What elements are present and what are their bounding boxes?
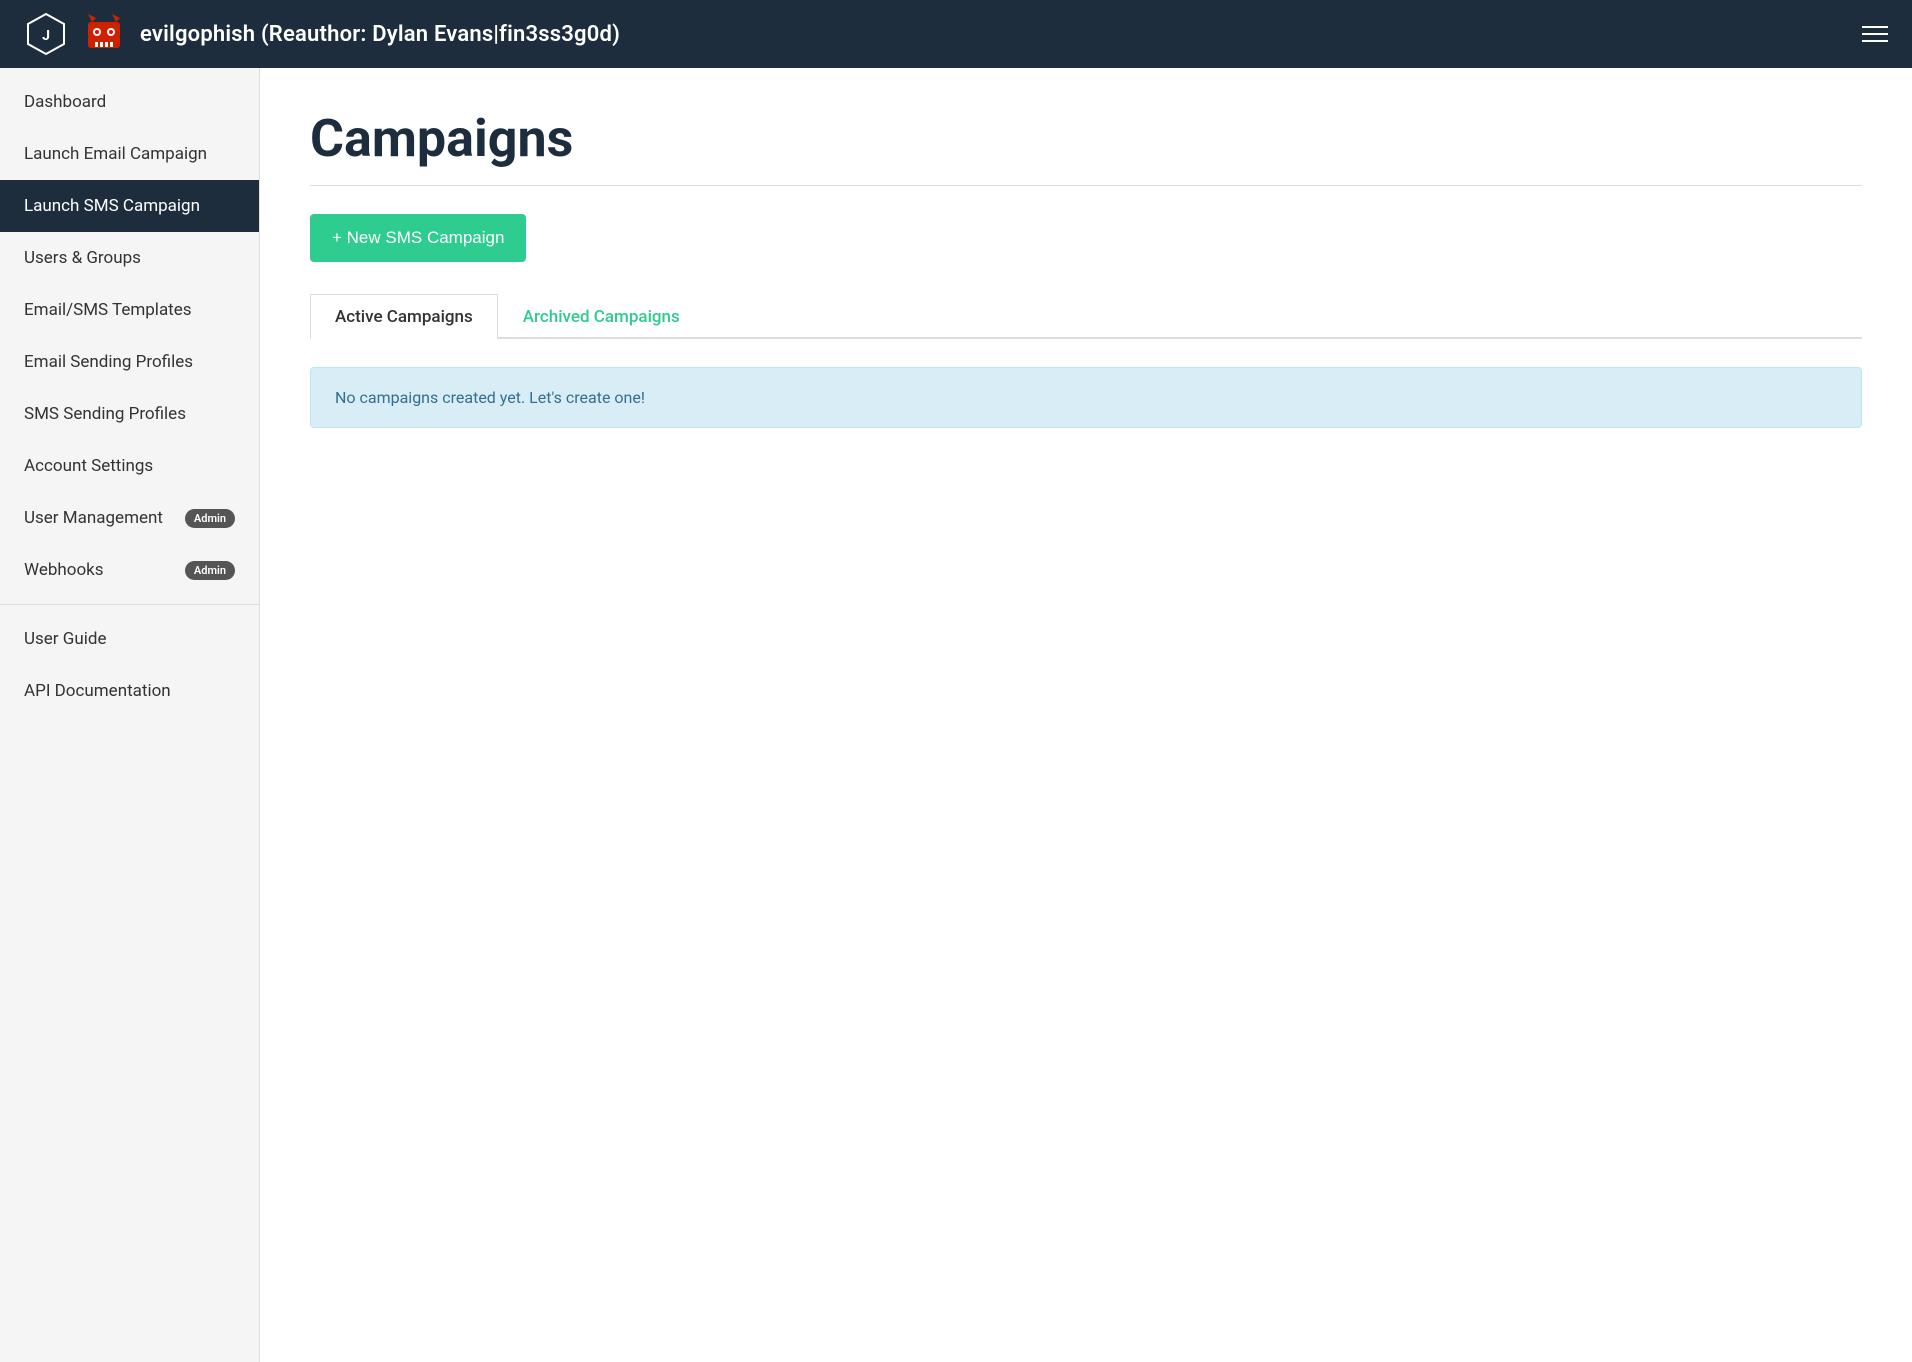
sidebar-item-launch-email-campaign[interactable]: Launch Email Campaign — [0, 128, 259, 180]
sidebar-divider — [0, 604, 259, 605]
sidebar-item-user-management[interactable]: User Management Admin — [0, 492, 259, 544]
sidebar-item-dashboard[interactable]: Dashboard — [0, 76, 259, 128]
sidebar-item-label-email-sms-templates: Email/SMS Templates — [24, 300, 192, 320]
sidebar-item-sms-sending-profiles[interactable]: SMS Sending Profiles — [0, 388, 259, 440]
layout: Dashboard Launch Email Campaign Launch SMS… — [0, 68, 1912, 1362]
sidebar-item-launch-sms-campaign[interactable]: Launch SMS Campaign — [0, 180, 259, 232]
sidebar-item-label-account-settings: Account Settings — [24, 456, 153, 476]
sidebar-item-label-user-management: User Management — [24, 508, 163, 528]
sidebar-item-label-users-groups: Users & Groups — [24, 248, 141, 268]
sidebar-badge-webhooks: Admin — [185, 561, 235, 580]
sidebar-item-label-email-sending-profiles: Email Sending Profiles — [24, 352, 193, 372]
sidebar-item-label-dashboard: Dashboard — [24, 92, 106, 112]
mascot-icon — [82, 12, 126, 56]
sidebar-item-user-guide[interactable]: User Guide — [0, 613, 259, 665]
page-title: Campaigns — [310, 108, 1862, 169]
header-title: evilgophish (Reauthor: Dylan Evans|fin3s… — [140, 22, 620, 47]
no-campaigns-text: No campaigns created yet. Let's create o… — [335, 388, 645, 407]
sidebar: Dashboard Launch Email Campaign Launch SMS… — [0, 68, 260, 1362]
new-sms-campaign-button[interactable]: + New SMS Campaign — [310, 214, 526, 262]
campaign-tabs: Active Campaigns Archived Campaigns — [310, 294, 1862, 339]
sidebar-item-label-launch-sms-campaign: Launch SMS Campaign — [24, 196, 200, 216]
sidebar-badge-user-management: Admin — [185, 509, 235, 528]
main-content: Campaigns + New SMS Campaign Active Camp… — [260, 68, 1912, 1362]
no-campaigns-message: No campaigns created yet. Let's create o… — [310, 367, 1862, 428]
sidebar-item-label-webhooks: Webhooks — [24, 560, 104, 580]
tab-active-campaigns[interactable]: Active Campaigns — [310, 294, 498, 339]
hex-logo-icon: J — [24, 12, 68, 56]
sidebar-item-email-sms-templates[interactable]: Email/SMS Templates — [0, 284, 259, 336]
svg-text:J: J — [42, 28, 50, 44]
sidebar-item-label-sms-sending-profiles: SMS Sending Profiles — [24, 404, 186, 424]
header-left: J evilgophish (Reauthor: Dy — [24, 12, 620, 56]
sidebar-item-webhooks[interactable]: Webhooks Admin — [0, 544, 259, 596]
sidebar-item-label-launch-email-campaign: Launch Email Campaign — [24, 144, 207, 164]
sidebar-item-api-documentation[interactable]: API Documentation — [0, 665, 259, 717]
header: J evilgophish (Reauthor: Dy — [0, 0, 1912, 68]
sidebar-item-email-sending-profiles[interactable]: Email Sending Profiles — [0, 336, 259, 388]
sidebar-item-account-settings[interactable]: Account Settings — [0, 440, 259, 492]
sidebar-item-users-groups[interactable]: Users & Groups — [0, 232, 259, 284]
page-divider — [310, 185, 1862, 186]
tab-archived-campaigns[interactable]: Archived Campaigns — [498, 294, 705, 339]
hamburger-menu-icon[interactable] — [1862, 26, 1888, 42]
